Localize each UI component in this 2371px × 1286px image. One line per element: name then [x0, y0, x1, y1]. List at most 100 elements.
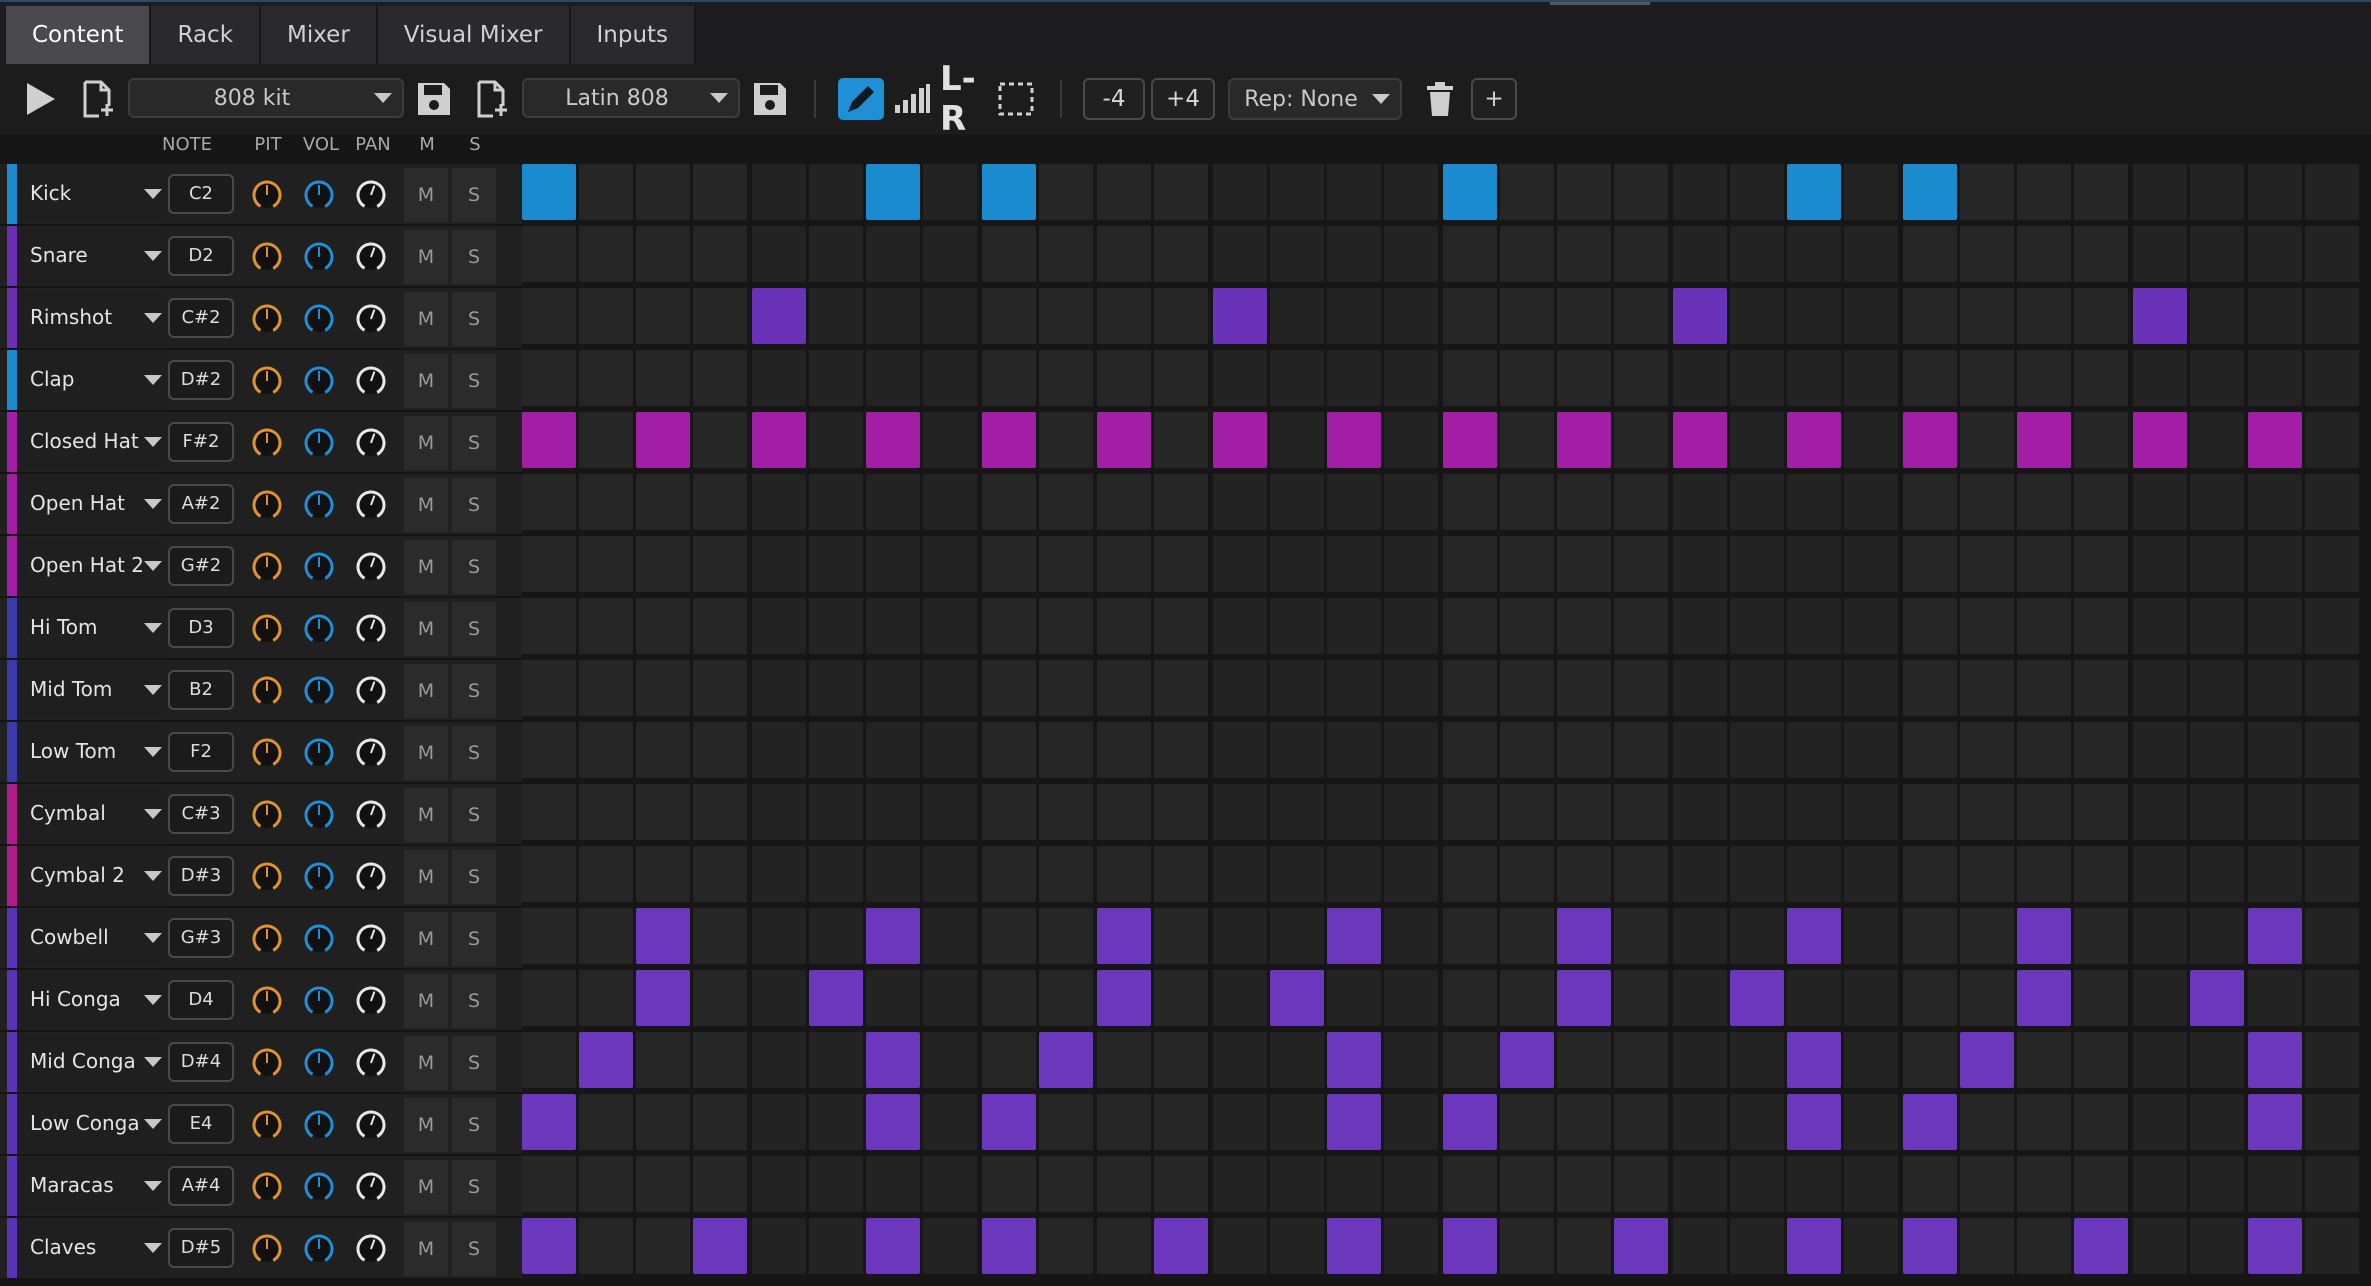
chevron-down-icon[interactable]: [144, 933, 162, 943]
step-cell[interactable]: [809, 536, 863, 592]
step-cell[interactable]: [1384, 908, 1438, 964]
step-cell[interactable]: [1844, 412, 1898, 468]
solo-button[interactable]: S: [452, 1036, 496, 1090]
step-cell[interactable]: [1787, 474, 1841, 530]
track-note-field[interactable]: B2: [168, 670, 234, 710]
step-cell[interactable]: [982, 474, 1036, 530]
step-cell[interactable]: [1270, 1032, 1324, 1088]
step-cell[interactable]: [982, 722, 1036, 778]
step-cell[interactable]: [1557, 474, 1611, 530]
step-cell-active[interactable]: [752, 412, 806, 468]
step-cell[interactable]: [1557, 784, 1611, 840]
step-cell[interactable]: [1443, 226, 1497, 282]
step-cell[interactable]: [866, 536, 920, 592]
pitch-knob[interactable]: [250, 178, 284, 212]
step-cell[interactable]: [923, 1218, 977, 1274]
step-cell-active[interactable]: [809, 970, 863, 1026]
step-cell[interactable]: [809, 598, 863, 654]
track-note-field[interactable]: E4: [168, 1104, 234, 1144]
volume-knob[interactable]: [302, 1232, 336, 1266]
step-cell[interactable]: [866, 350, 920, 406]
mute-button[interactable]: M: [404, 912, 448, 966]
step-cell[interactable]: [1039, 412, 1093, 468]
track-note-field[interactable]: A#2: [168, 484, 234, 524]
step-cell[interactable]: [636, 536, 690, 592]
step-cell[interactable]: [522, 722, 576, 778]
step-cell[interactable]: [579, 784, 633, 840]
step-cell[interactable]: [2248, 660, 2302, 716]
step-cell-active[interactable]: [1787, 1218, 1841, 1274]
step-cell-active[interactable]: [2248, 1094, 2302, 1150]
step-cell[interactable]: [579, 1218, 633, 1274]
step-cell[interactable]: [1787, 350, 1841, 406]
step-cell[interactable]: [809, 846, 863, 902]
pitch-knob[interactable]: [250, 1046, 284, 1080]
step-cell[interactable]: [1384, 722, 1438, 778]
step-cell[interactable]: [2305, 908, 2359, 964]
step-cell[interactable]: [1327, 1156, 1381, 1212]
step-cell[interactable]: [1960, 1218, 2014, 1274]
step-cell[interactable]: [1557, 350, 1611, 406]
step-cell[interactable]: [1730, 226, 1784, 282]
step-cell[interactable]: [1614, 970, 1668, 1026]
step-cell[interactable]: [1270, 784, 1324, 840]
step-cell[interactable]: [1097, 1218, 1151, 1274]
volume-knob[interactable]: [302, 1046, 336, 1080]
step-cell-active[interactable]: [522, 1094, 576, 1150]
chevron-down-icon[interactable]: [144, 189, 162, 199]
solo-button[interactable]: S: [452, 1160, 496, 1214]
step-cell[interactable]: [923, 536, 977, 592]
pan-knob[interactable]: [354, 922, 388, 956]
step-cell[interactable]: [1903, 784, 1957, 840]
track-note-field[interactable]: D#2: [168, 360, 234, 400]
step-cell[interactable]: [923, 226, 977, 282]
step-cell-active[interactable]: [1443, 412, 1497, 468]
step-cell[interactable]: [1327, 598, 1381, 654]
step-cell-active[interactable]: [1903, 412, 1957, 468]
step-cell[interactable]: [1730, 908, 1784, 964]
step-cell[interactable]: [636, 1218, 690, 1274]
step-cell[interactable]: [1443, 536, 1497, 592]
mute-button[interactable]: M: [404, 230, 448, 284]
step-cell-active[interactable]: [1327, 1032, 1381, 1088]
step-cell[interactable]: [2074, 536, 2128, 592]
step-cell[interactable]: [2017, 164, 2071, 220]
step-cell[interactable]: [636, 1032, 690, 1088]
tab-mixer[interactable]: Mixer: [261, 6, 378, 64]
step-cell[interactable]: [1039, 350, 1093, 406]
step-cell[interactable]: [1730, 412, 1784, 468]
step-cell[interactable]: [1960, 784, 2014, 840]
step-cell[interactable]: [1270, 412, 1324, 468]
step-cell[interactable]: [579, 226, 633, 282]
step-cell[interactable]: [1270, 598, 1324, 654]
step-cell[interactable]: [1154, 350, 1208, 406]
step-cell-active[interactable]: [1557, 970, 1611, 1026]
track-note-field[interactable]: D#3: [168, 856, 234, 896]
step-cell[interactable]: [2017, 1218, 2071, 1274]
step-cell-active[interactable]: [636, 412, 690, 468]
step-cell[interactable]: [693, 474, 747, 530]
step-cell[interactable]: [1039, 598, 1093, 654]
step-cell[interactable]: [2074, 226, 2128, 282]
solo-button[interactable]: S: [452, 354, 496, 408]
window-grip[interactable]: [1550, 2, 1650, 5]
step-cell[interactable]: [1384, 164, 1438, 220]
step-cell[interactable]: [1327, 846, 1381, 902]
step-cell[interactable]: [1327, 722, 1381, 778]
step-cell-active[interactable]: [2248, 412, 2302, 468]
step-cell-active[interactable]: [2133, 412, 2187, 468]
step-cell[interactable]: [1730, 350, 1784, 406]
step-cell[interactable]: [1443, 350, 1497, 406]
step-cell-active[interactable]: [1903, 1094, 1957, 1150]
step-cell[interactable]: [1270, 536, 1324, 592]
solo-button[interactable]: S: [452, 850, 496, 904]
step-cell-active[interactable]: [1673, 412, 1727, 468]
step-cell[interactable]: [809, 350, 863, 406]
step-cell[interactable]: [1213, 474, 1267, 530]
step-cell[interactable]: [2074, 784, 2128, 840]
step-cell[interactable]: [1097, 846, 1151, 902]
chevron-down-icon[interactable]: [144, 1057, 162, 1067]
step-cell[interactable]: [1730, 288, 1784, 344]
pan-knob[interactable]: [354, 426, 388, 460]
save-icon[interactable]: [750, 78, 790, 120]
